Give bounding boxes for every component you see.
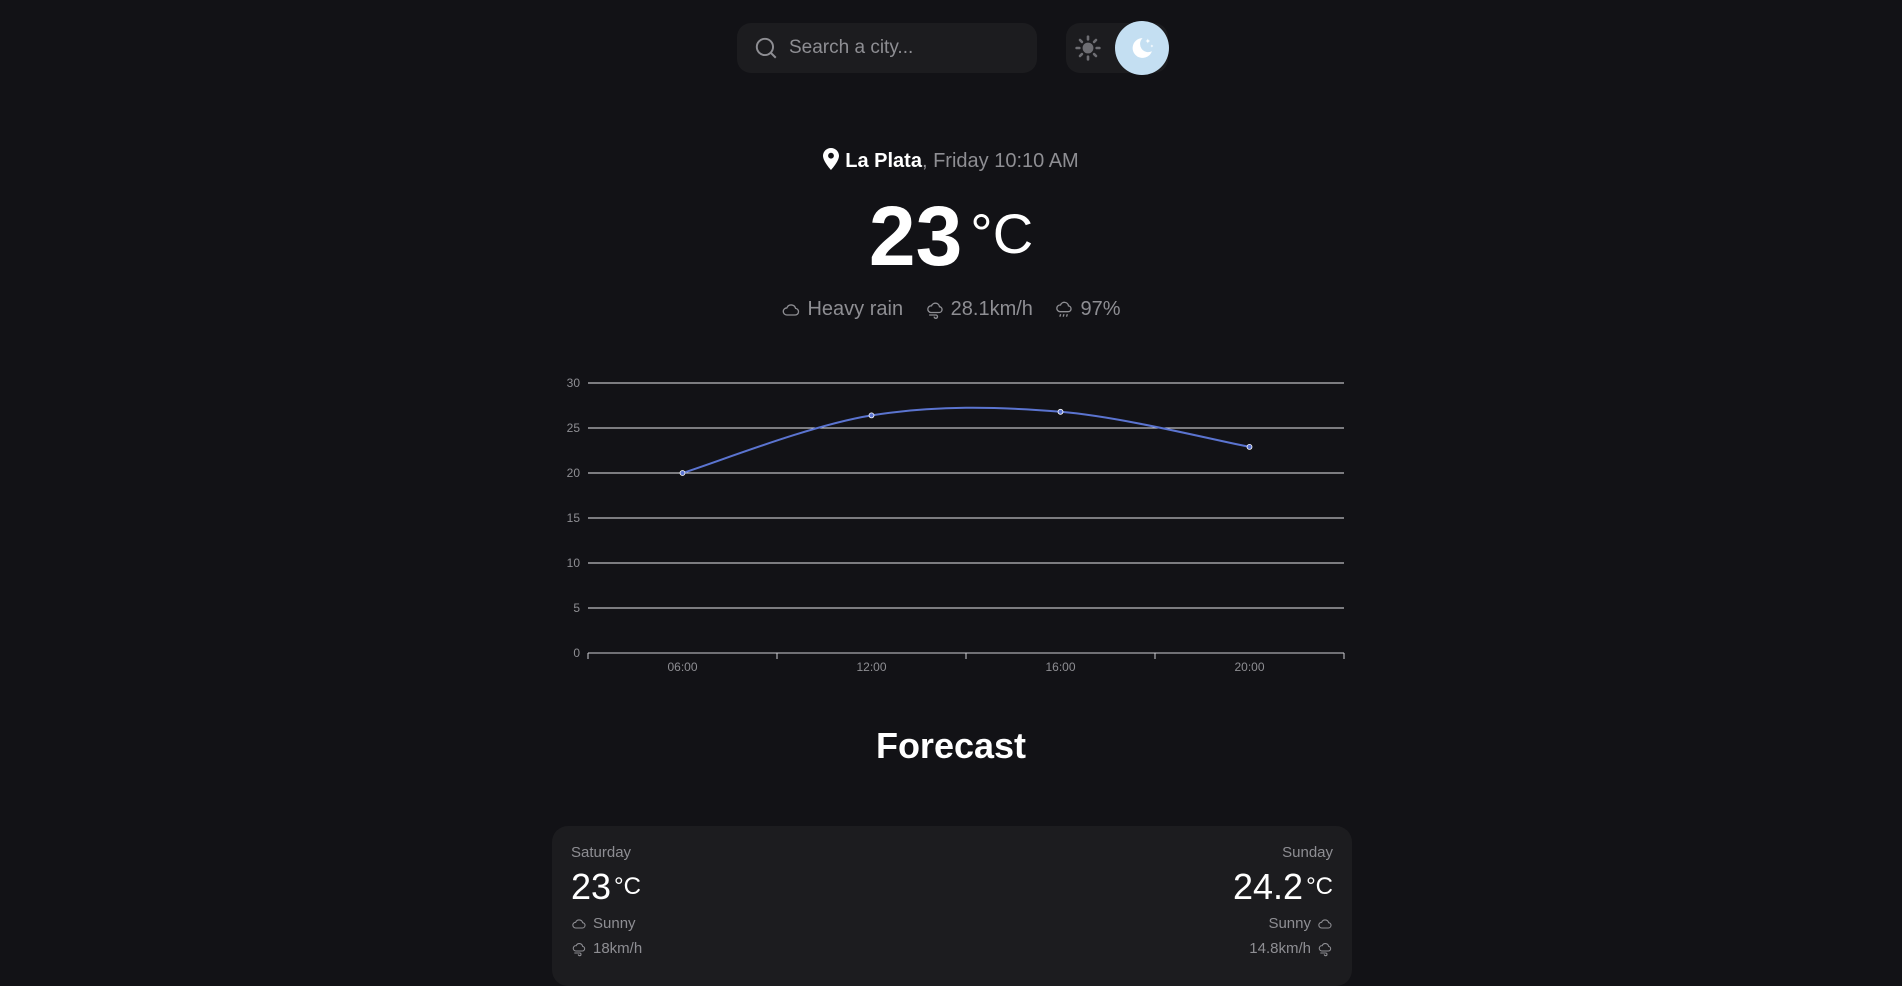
- y-tick-label: 10: [567, 556, 581, 570]
- theme-toggle[interactable]: [1066, 21, 1169, 75]
- wind-icon: [926, 302, 943, 319]
- current-temperature: 23 °C: [0, 186, 1902, 286]
- humidity-item: 97%: [1054, 298, 1121, 321]
- series-line: [682, 406, 1250, 474]
- data-point: [1246, 444, 1253, 450]
- search-input[interactable]: [787, 36, 1021, 60]
- temperature-chart: 0 5 10 15 20 25 30 06:00 12:00 16:00 20:00: [567, 376, 1345, 674]
- x-tick-label: 12:00: [856, 660, 886, 674]
- wind-icon: [572, 942, 586, 956]
- y-tick-label: 15: [567, 511, 581, 525]
- forecast-card: Saturday 23 °C Sunny 18km/h Sunday 24.2 °C…: [552, 826, 1352, 986]
- cloud-icon: [1318, 918, 1332, 929]
- y-tick-label: 25: [567, 421, 581, 435]
- day-condition: Sunny: [1233, 915, 1333, 932]
- day-wind: 18km/h: [571, 940, 642, 957]
- data-point: [679, 470, 686, 476]
- day-wind: 14.8km/h: [1233, 940, 1333, 957]
- x-tick-label: 20:00: [1234, 660, 1264, 674]
- forecast-day: Sunday 24.2 °C Sunny 14.8km/h: [1233, 844, 1333, 957]
- temperature-unit: °C: [970, 202, 1034, 265]
- rain-cloud-icon: [1056, 301, 1073, 317]
- location-pin-icon: [823, 148, 840, 170]
- sun-icon[interactable]: [1075, 35, 1101, 61]
- search-box[interactable]: [737, 23, 1037, 73]
- forecast-day: Saturday 23 °C Sunny 18km/h: [571, 844, 642, 957]
- day-condition: Sunny: [571, 915, 642, 932]
- y-tick-label: 5: [573, 601, 580, 615]
- wind-icon: [1318, 942, 1332, 956]
- condition-text: Heavy rain: [807, 298, 904, 320]
- location-line: La Plata, Friday 10:10 AM: [0, 148, 1902, 173]
- city-name: La Plata: [845, 150, 922, 172]
- conditions-row: Heavy rain 28.1km/h 97%: [0, 298, 1902, 326]
- y-tick-label: 20: [567, 466, 581, 480]
- x-tick-label: 06:00: [667, 660, 697, 674]
- day-name: Sunday: [1282, 844, 1333, 861]
- moon-icon: [1132, 38, 1154, 58]
- cloud-icon: [572, 918, 586, 929]
- y-tick-label: 30: [567, 376, 581, 390]
- wind-item: 28.1km/h: [925, 298, 1033, 321]
- search-icon: [755, 37, 777, 59]
- y-tick-label: 0: [573, 646, 580, 660]
- wind-text: 28.1km/h: [950, 298, 1033, 320]
- temperature-value: 23: [868, 189, 963, 283]
- condition-item: Heavy rain: [781, 298, 903, 321]
- day-name: Saturday: [571, 844, 632, 861]
- humidity-text: 97%: [1080, 298, 1121, 320]
- day-temperature: 24.2 °C: [1232, 866, 1333, 907]
- data-point: [1057, 408, 1064, 415]
- date-time: , Friday 10:10 AM: [921, 150, 1079, 172]
- dark-mode-button[interactable]: [1115, 21, 1169, 75]
- day-temperature: 23 °C: [571, 866, 641, 907]
- x-tick-label: 16:00: [1045, 660, 1075, 674]
- data-point: [868, 412, 875, 419]
- forecast-title: Forecast: [875, 725, 1027, 766]
- cloud-icon: [783, 303, 800, 316]
